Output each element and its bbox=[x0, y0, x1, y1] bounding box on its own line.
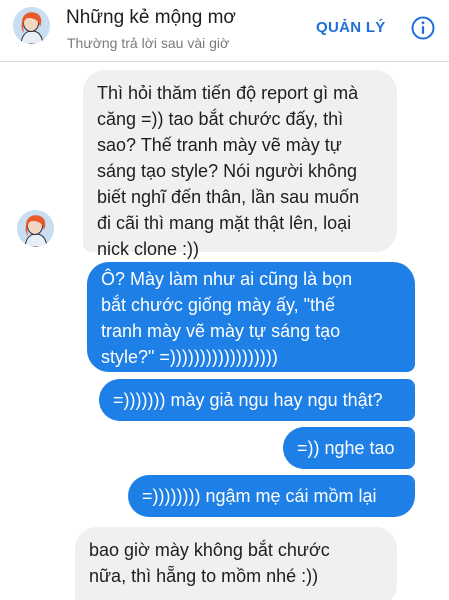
message-bubble-incoming[interactable]: bao giờ mày không bắt chước nữa, thì hẵn… bbox=[75, 527, 397, 600]
message-text-line: Ô? Mày làm như ai cũng là bọn bbox=[101, 269, 353, 289]
conversation-header: Những kẻ mộng mơ Thường trả lời sau vài … bbox=[0, 0, 449, 62]
message-text-line: =)) nghe tao bbox=[297, 438, 395, 458]
message-text-line: căng =)) tao bắt chước đấy, thì bbox=[97, 109, 344, 129]
message-text-line: style?" =)))))))))))))))))) bbox=[101, 347, 278, 367]
message-text-line: nữa, thì hẵng to mồm nhé :)) bbox=[89, 566, 319, 586]
manage-button[interactable]: QUẢN LÝ bbox=[316, 19, 386, 36]
message-text-line: sao? Thế tranh mày vẽ mày tự bbox=[97, 135, 342, 155]
message-text-line: biết nghĩ đến thân, lần sau muốn bbox=[97, 187, 360, 207]
message-bubble-incoming[interactable]: Thì hỏi thăm tiến độ report gì mà căng =… bbox=[83, 70, 397, 259]
avatar-illustration-icon bbox=[13, 7, 50, 44]
message-text-line: sáng tạo style? Nói người không bbox=[97, 161, 358, 181]
group-avatar[interactable] bbox=[13, 7, 50, 44]
sender-avatar[interactable] bbox=[17, 210, 54, 247]
message-bubble-outgoing[interactable]: Ô? Mày làm như ai cũng là bọn bắt chước … bbox=[87, 262, 415, 372]
message-text-line: nick clone :)) bbox=[97, 239, 200, 259]
message-text-line: bắt chước giống mày ấy, "thế bbox=[101, 295, 336, 315]
message-text-line: =))))))) mày giả ngu hay ngu thật? bbox=[113, 390, 383, 410]
message-bubble-outgoing[interactable]: =)))))))) ngậm mẹ cái mồm lại bbox=[128, 475, 415, 517]
message-bubble-outgoing[interactable]: =))))))) mày giả ngu hay ngu thật? bbox=[99, 379, 415, 421]
message-text-line: tranh mày vẽ mày tự sáng tạo bbox=[101, 321, 341, 341]
message-bubble-outgoing[interactable]: =)) nghe tao bbox=[283, 427, 415, 469]
info-button[interactable] bbox=[411, 16, 435, 45]
message-text-line: =)))))))) ngậm mẹ cái mồm lại bbox=[142, 486, 377, 506]
message-text-line: đi cãi thì mang mặt thật lên, loại bbox=[97, 213, 352, 233]
message-text-line: bao giờ mày không bắt chước bbox=[89, 540, 330, 560]
response-time-status: Thường trả lời sau vài giờ bbox=[67, 35, 230, 51]
conversation-title[interactable]: Những kẻ mộng mơ bbox=[66, 7, 236, 29]
info-icon bbox=[411, 16, 435, 40]
message-text-line: Thì hỏi thăm tiến độ report gì mà bbox=[97, 83, 359, 103]
avatar-illustration-icon bbox=[17, 210, 54, 247]
